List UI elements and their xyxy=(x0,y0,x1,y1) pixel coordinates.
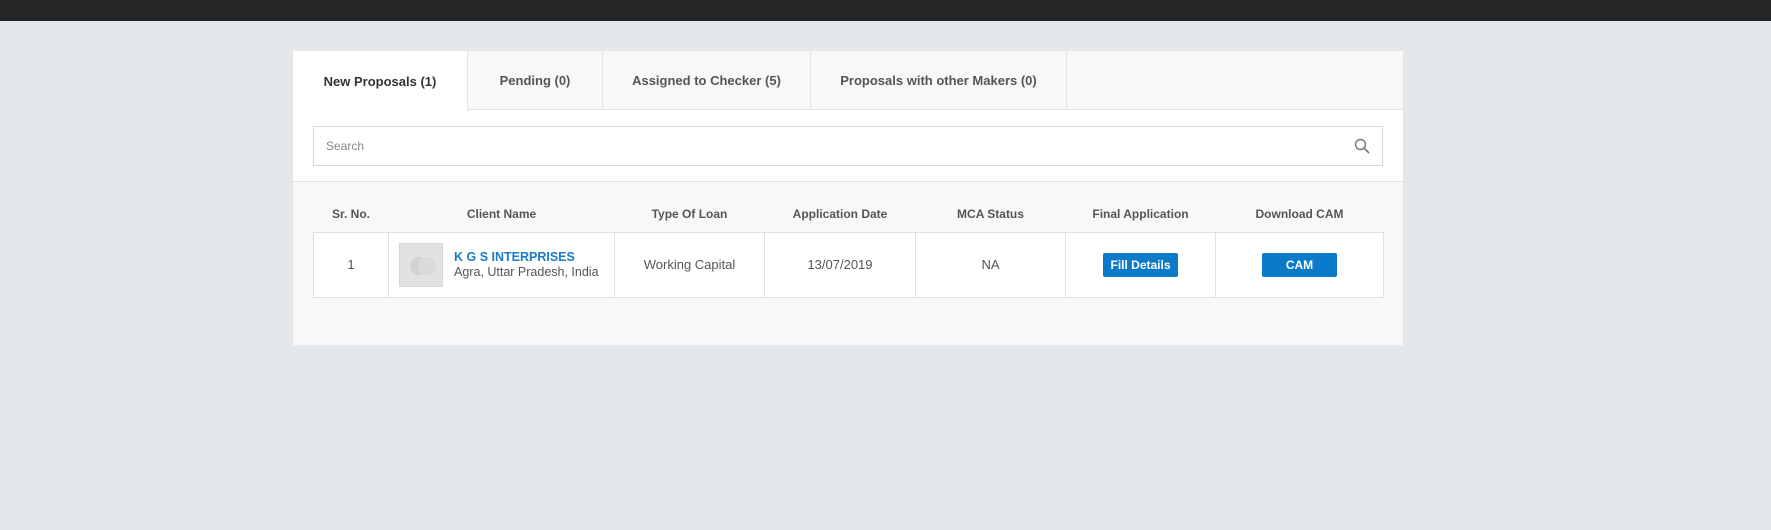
header-mca-status: MCA Status xyxy=(957,207,1024,222)
cam-download-button[interactable]: CAM xyxy=(1262,252,1337,277)
avatar-placeholder-icon xyxy=(399,242,443,287)
header-final-application: Final Application xyxy=(1092,207,1189,222)
table-row: 1 K G S INTERPRISES Agra, Uttar Pradesh,… xyxy=(313,231,1384,298)
client-name-link[interactable]: K G S INTERPRISES xyxy=(454,250,599,265)
header-type-of-loan: Type Of Loan xyxy=(651,207,728,222)
cell-loan-type: Working Capital xyxy=(614,231,765,298)
proposal-tabs: New Proposals (1) Pending (0) Assigned t… xyxy=(293,51,1403,111)
cell-application-date: 13/07/2019 xyxy=(764,231,916,298)
top-navbar xyxy=(0,0,1771,21)
cell-final-application: Fill Details xyxy=(1065,231,1216,298)
tab-pending[interactable]: Pending (0) xyxy=(468,51,603,110)
cell-download-cam: CAM xyxy=(1215,231,1384,298)
tab-assigned-to-checker[interactable]: Assigned to Checker (5) xyxy=(603,51,811,110)
search-box xyxy=(313,126,1383,166)
client-info: K G S INTERPRISES Agra, Uttar Pradesh, I… xyxy=(399,242,614,287)
cell-sr-no: 1 xyxy=(313,231,389,298)
search-icon[interactable] xyxy=(1354,138,1370,154)
tab-proposals-other-makers[interactable]: Proposals with other Makers (0) xyxy=(811,51,1067,110)
header-client-name: Client Name xyxy=(466,207,537,222)
search-section xyxy=(293,110,1403,182)
header-download-cam: Download CAM xyxy=(1255,207,1344,222)
client-location: Agra, Uttar Pradesh, India xyxy=(454,264,599,279)
header-application-date: Application Date xyxy=(792,207,888,222)
fill-details-button[interactable]: Fill Details xyxy=(1103,252,1178,277)
header-sr-no: Sr. No. xyxy=(331,207,370,222)
search-input[interactable] xyxy=(314,127,1334,165)
client-text: K G S INTERPRISES Agra, Uttar Pradesh, I… xyxy=(454,250,599,280)
table-header-row: Sr. No. Client Name Type Of Loan Applica… xyxy=(314,197,1384,232)
proposals-panel: New Proposals (1) Pending (0) Assigned t… xyxy=(293,51,1403,345)
proposals-table: Sr. No. Client Name Type Of Loan Applica… xyxy=(313,197,1384,298)
cell-client: K G S INTERPRISES Agra, Uttar Pradesh, I… xyxy=(388,231,615,298)
tab-new-proposals[interactable]: New Proposals (1) xyxy=(293,51,468,111)
cell-mca-status: NA xyxy=(915,231,1066,298)
